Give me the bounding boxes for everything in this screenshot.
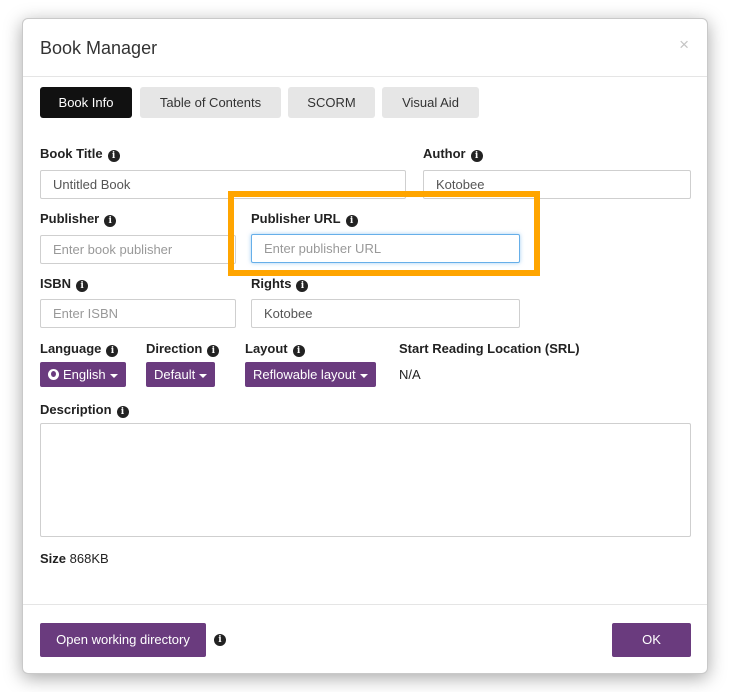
direction-dropdown[interactable]: Default [146, 362, 216, 387]
dialog-header: Book Manager × [23, 19, 707, 77]
footer-divider [23, 604, 707, 605]
author-input[interactable] [423, 170, 691, 199]
layout-label-text: Layout [245, 341, 288, 356]
info-icon[interactable]: i [107, 150, 120, 162]
caret-down-icon [199, 373, 208, 378]
layout-dropdown[interactable]: Reflowable layout [245, 362, 376, 387]
info-icon[interactable]: i [104, 215, 117, 227]
info-icon[interactable]: i [470, 150, 483, 162]
info-icon[interactable]: i [296, 280, 309, 292]
publisher-url-input[interactable] [251, 234, 520, 263]
rights-label-text: Rights [251, 276, 292, 291]
caret-down-icon [109, 373, 118, 378]
language-label: Language i [40, 341, 119, 357]
direction-label-text: Direction [146, 341, 203, 356]
description-label: Description i [40, 402, 129, 418]
publisher-label-text: Publisher [40, 211, 100, 226]
rights-input[interactable] [251, 299, 520, 328]
globe-icon [48, 369, 59, 380]
book-title-label-text: Book Title [40, 146, 103, 161]
isbn-label-text: ISBN [40, 276, 72, 291]
info-icon[interactable]: i [116, 406, 129, 418]
size-info: Size 868KB [40, 551, 109, 566]
author-label: Author i [423, 146, 483, 162]
srl-value: N/A [399, 367, 421, 382]
info-icon[interactable]: i [214, 634, 226, 646]
direction-value: Default [154, 367, 196, 382]
description-textarea[interactable] [40, 423, 691, 537]
info-icon[interactable]: i [207, 345, 220, 357]
tab-visual-aid[interactable]: Visual Aid [382, 87, 479, 118]
publisher-input[interactable] [40, 235, 236, 264]
dialog-title: Book Manager [40, 38, 158, 58]
layout-label: Layout i [245, 341, 305, 357]
isbn-input[interactable] [40, 299, 236, 328]
tab-scorm[interactable]: SCORM [288, 87, 375, 118]
language-dropdown[interactable]: English [40, 362, 126, 387]
open-working-directory-button[interactable]: Open working directory [40, 623, 206, 657]
close-button[interactable]: × [679, 35, 689, 55]
size-value: 868KB [69, 551, 109, 566]
layout-value: Reflowable layout [253, 367, 356, 382]
info-icon[interactable]: i [76, 280, 89, 292]
author-label-text: Author [423, 146, 466, 161]
caret-down-icon [359, 373, 368, 378]
info-icon[interactable]: i [345, 215, 358, 227]
info-icon[interactable]: i [106, 345, 119, 357]
size-label: Size [40, 551, 67, 566]
publisher-label: Publisher i [40, 211, 117, 227]
direction-label: Direction i [146, 341, 220, 357]
description-label-text: Description [40, 402, 112, 417]
isbn-label: ISBN i [40, 276, 89, 292]
ok-button[interactable]: OK [612, 623, 691, 657]
rights-label: Rights i [251, 276, 309, 292]
tab-book-info[interactable]: Book Info [40, 87, 132, 118]
publisher-url-label-text: Publisher URL [251, 211, 341, 226]
tab-table-of-contents[interactable]: Table of Contents [140, 87, 281, 118]
language-value: English [63, 367, 106, 382]
srl-label: Start Reading Location (SRL) [399, 341, 580, 356]
book-manager-dialog: Book Manager × Book Info Table of Conten… [22, 18, 708, 674]
book-title-input[interactable] [40, 170, 406, 199]
language-label-text: Language [40, 341, 102, 356]
book-title-label: Book Title i [40, 146, 120, 162]
publisher-url-label: Publisher URL i [251, 211, 358, 227]
info-icon[interactable]: i [292, 345, 305, 357]
